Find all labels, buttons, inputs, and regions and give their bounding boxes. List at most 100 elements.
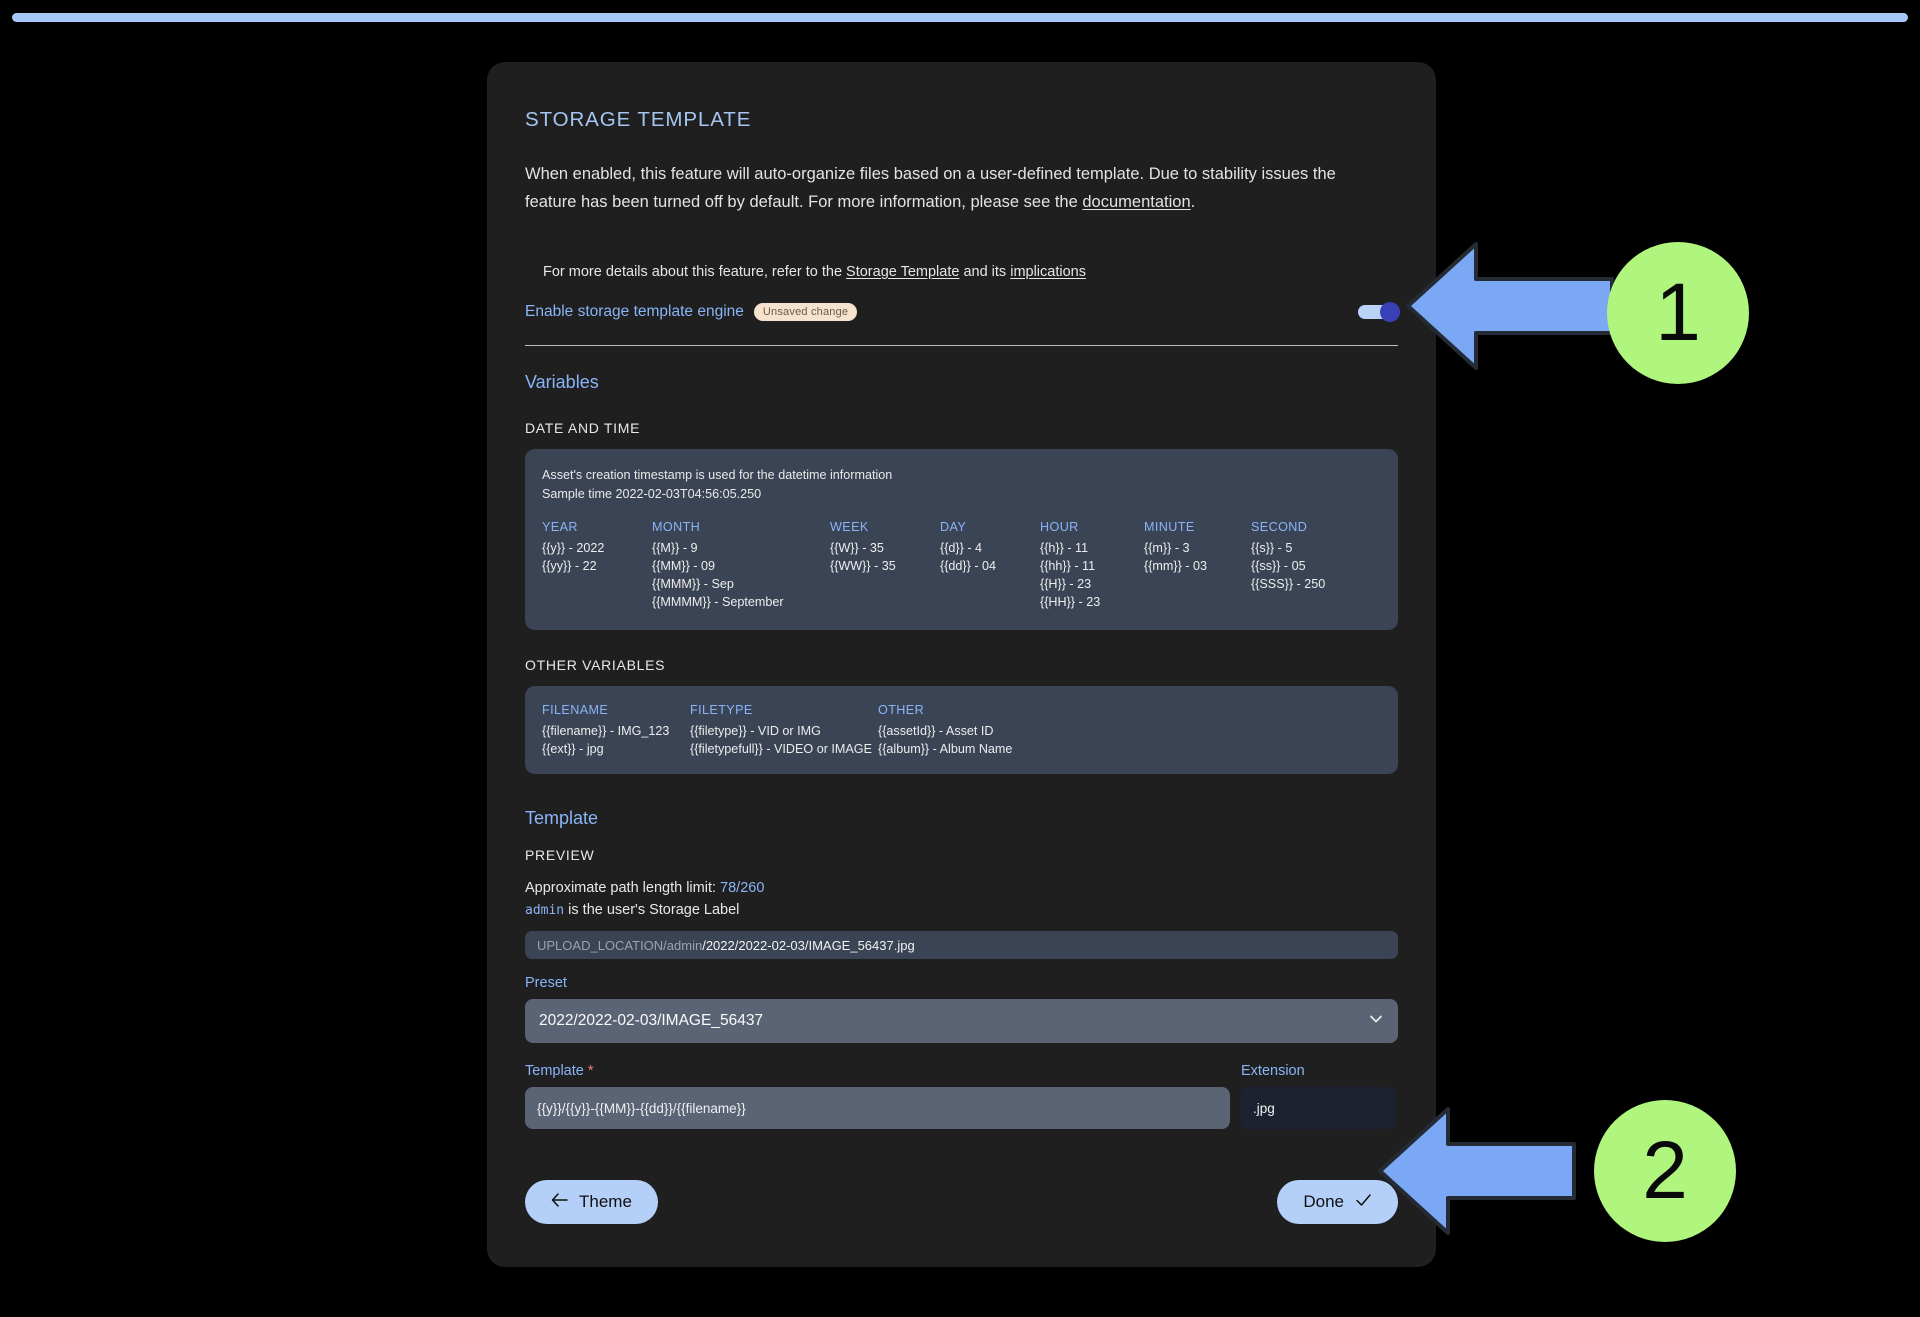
documentation-link[interactable]: documentation bbox=[1082, 193, 1190, 211]
datetime-variable-item: {{d}} - 4 bbox=[940, 541, 983, 555]
implications-link[interactable]: implications bbox=[1010, 264, 1086, 280]
datetime-variable-item: {{MMMM}} - September bbox=[652, 595, 784, 609]
date-and-time-kicker: DATE AND TIME bbox=[525, 420, 641, 436]
other-variable-item: {{assetId}} - Asset ID bbox=[878, 724, 994, 738]
storage-template-link[interactable]: Storage Template bbox=[846, 264, 959, 280]
template-heading: Template bbox=[525, 808, 599, 828]
other-variables-column: FILENAME {{filename}} - IMG_123 {{ext}} - … bbox=[542, 703, 690, 758]
preview-kicker: PREVIEW bbox=[525, 847, 595, 863]
required-asterisk: * bbox=[587, 1063, 594, 1079]
datetime-info-line-1: Asset's creation timestamp is used for t… bbox=[542, 468, 893, 482]
storage-label-code: admin bbox=[525, 903, 565, 918]
other-variables-column-title: FILETYPE bbox=[690, 703, 753, 717]
other-columns: FILENAME {{filename}} - IMG_123 {{ext}} - … bbox=[542, 703, 1381, 758]
datetime-column: SECOND {{s}} - 5 {{ss}} - 05 {{SSS}} - 250 bbox=[1251, 520, 1361, 611]
datetime-column-title: MINUTE bbox=[1144, 520, 1195, 534]
datetime-column: DAY {{d}} - 4 {{dd}} - 04 bbox=[940, 520, 1040, 611]
template-extension-row: Template * {{y}}/{{y}}-{{MM}}-{{dd}}/{{f… bbox=[525, 1047, 1398, 1129]
back-button-label: Theme bbox=[579, 1192, 632, 1211]
page-description: When enabled, this feature will auto-org… bbox=[525, 160, 1365, 216]
other-variable-item: {{filetype}} - VID or IMG bbox=[690, 724, 821, 738]
datetime-variable-item: {{y}} - 2022 bbox=[542, 541, 605, 555]
extension-field-group: Extension .jpg bbox=[1241, 1047, 1396, 1129]
datetime-variable-item: {{SSS}} - 250 bbox=[1251, 577, 1326, 591]
other-variables-column-title: OTHER bbox=[878, 703, 925, 717]
other-variables-column: OTHER {{assetId}} - Asset ID {{album}} - A… bbox=[878, 703, 1098, 758]
top-accent-bar bbox=[12, 13, 1908, 22]
preview-path-box: UPLOAD_LOCATION/admin/2022/2022-02-03/IM… bbox=[525, 931, 1398, 959]
datetime-variable-item: {{W}} - 35 bbox=[830, 541, 884, 555]
annotation-badge-1: 1 bbox=[1607, 242, 1749, 384]
storage-label-text: is the user's Storage Label bbox=[564, 902, 740, 918]
enable-storage-template-row: Enable storage template engine Unsaved c… bbox=[525, 300, 1400, 324]
datetime-column: MINUTE {{m}} - 3 {{mm}} - 03 bbox=[1144, 520, 1251, 611]
path-length-limit: Approximate path length limit: 78/260 bbox=[525, 880, 1398, 896]
extension-label: Extension bbox=[1241, 1063, 1305, 1079]
annotation-badge-1-number: 1 bbox=[1655, 267, 1701, 358]
storage-label-note: admin is the user's Storage Label bbox=[525, 902, 1398, 918]
screen-root: STORAGE TEMPLATE When enabled, this feat… bbox=[0, 0, 1920, 1317]
variables-heading: Variables bbox=[525, 372, 599, 392]
extension-input: .jpg bbox=[1241, 1087, 1396, 1129]
datetime-variable-item: {{hh}} - 11 bbox=[1040, 559, 1096, 573]
datetime-column-title: DAY bbox=[940, 520, 967, 534]
path-limit-value: 78/260 bbox=[720, 880, 765, 896]
datetime-panel-info: Asset's creation timestamp is used for t… bbox=[542, 466, 1381, 504]
preset-select-wrap: 2022/2022-02-03/IMAGE_56437 bbox=[525, 999, 1398, 1043]
toggle-knob bbox=[1380, 302, 1400, 322]
subnote-middle: and its bbox=[959, 264, 1011, 280]
arrow-left-icon bbox=[551, 1192, 568, 1212]
datetime-variable-item: {{dd}} - 04 bbox=[940, 559, 997, 573]
datetime-variables-panel: Asset's creation timestamp is used for t… bbox=[525, 449, 1398, 630]
path-limit-label: Approximate path length limit: bbox=[525, 880, 721, 896]
description-text-1: When enabled, this feature will auto-org… bbox=[525, 165, 1336, 211]
datetime-column-title: HOUR bbox=[1040, 520, 1079, 534]
section-divider bbox=[525, 345, 1398, 346]
page-title: STORAGE TEMPLATE bbox=[525, 108, 752, 131]
unsaved-change-badge: Unsaved change bbox=[753, 303, 858, 321]
other-variables-column: FILETYPE {{filetype}} - VID or IMG {{filet… bbox=[690, 703, 878, 758]
back-to-theme-button[interactable]: Theme bbox=[525, 1180, 658, 1224]
description-text-2: . bbox=[1190, 193, 1196, 211]
card-footer: Theme Done bbox=[525, 1180, 1398, 1224]
other-variables-column-title: FILENAME bbox=[542, 703, 609, 717]
preset-label: Preset bbox=[525, 975, 567, 991]
template-field-group: Template * {{y}}/{{y}}-{{MM}}-{{dd}}/{{f… bbox=[525, 1047, 1230, 1129]
template-input[interactable]: {{y}}/{{y}}-{{MM}}-{{dd}}/{{filename}} bbox=[525, 1087, 1230, 1129]
datetime-variable-item: {{M}} - 9 bbox=[652, 541, 698, 555]
preset-select[interactable]: 2022/2022-02-03/IMAGE_56437 bbox=[525, 999, 1398, 1043]
datetime-column: WEEK {{W}} - 35 {{WW}} - 35 bbox=[830, 520, 940, 611]
other-variables-kicker: OTHER VARIABLES bbox=[525, 657, 666, 673]
datetime-variable-item: {{yy}} - 22 bbox=[542, 559, 597, 573]
enable-storage-template-label: Enable storage template engine bbox=[525, 303, 744, 320]
template-field-label: Template * bbox=[525, 1063, 1230, 1079]
done-button-label: Done bbox=[1303, 1192, 1344, 1211]
template-label-text: Template bbox=[525, 1063, 584, 1079]
storage-template-card: STORAGE TEMPLATE When enabled, this feat… bbox=[487, 62, 1436, 1267]
other-variable-item: {{filename}} - IMG_123 bbox=[542, 724, 670, 738]
datetime-column: HOUR {{h}} - 11 {{hh}} - 11 {{H}} - 23 {{HH}… bbox=[1040, 520, 1144, 611]
other-variables-panel: FILENAME {{filename}} - IMG_123 {{ext}} - … bbox=[525, 686, 1398, 774]
datetime-variable-item: {{mm}} - 03 bbox=[1144, 559, 1208, 573]
datetime-variable-item: {{HH}} - 23 bbox=[1040, 595, 1101, 609]
check-icon bbox=[1355, 1192, 1372, 1212]
datetime-column-title: WEEK bbox=[830, 520, 869, 534]
annotation-badge-2-number: 2 bbox=[1642, 1125, 1688, 1216]
enable-storage-template-toggle[interactable] bbox=[1358, 302, 1400, 322]
subnote-prefix: For more details about this feature, ref… bbox=[543, 264, 847, 280]
other-variable-item: {{album}} - Album Name bbox=[878, 742, 1013, 756]
other-variable-item: {{filetypefull}} - VIDEO or IMAGE bbox=[690, 742, 872, 756]
datetime-column: MONTH {{M}} - 9 {{MM}} - 09 {{MMM}} - Sep {{… bbox=[652, 520, 830, 611]
preview-path-prefix: UPLOAD_LOCATION/admin bbox=[537, 937, 703, 953]
datetime-variable-item: {{s}} - 5 bbox=[1251, 541, 1293, 555]
datetime-column: YEAR {{y}} - 2022 {{yy}} - 22 bbox=[542, 520, 652, 611]
datetime-variable-item: {{WW}} - 35 bbox=[830, 559, 896, 573]
other-variable-item: {{ext}} - jpg bbox=[542, 742, 604, 756]
datetime-column-title: MONTH bbox=[652, 520, 701, 534]
datetime-variable-item: {{H}} - 23 bbox=[1040, 577, 1092, 591]
datetime-column-title: SECOND bbox=[1251, 520, 1308, 534]
datetime-info-line-2: Sample time 2022-02-03T04:56:05.250 bbox=[542, 487, 762, 501]
preview-path-suffix: /2022/2022-02-03/IMAGE_56437.jpg bbox=[702, 937, 915, 953]
annotation-arrow-1 bbox=[1404, 235, 1614, 382]
toggle-label-group: Enable storage template engine Unsaved c… bbox=[525, 303, 858, 321]
